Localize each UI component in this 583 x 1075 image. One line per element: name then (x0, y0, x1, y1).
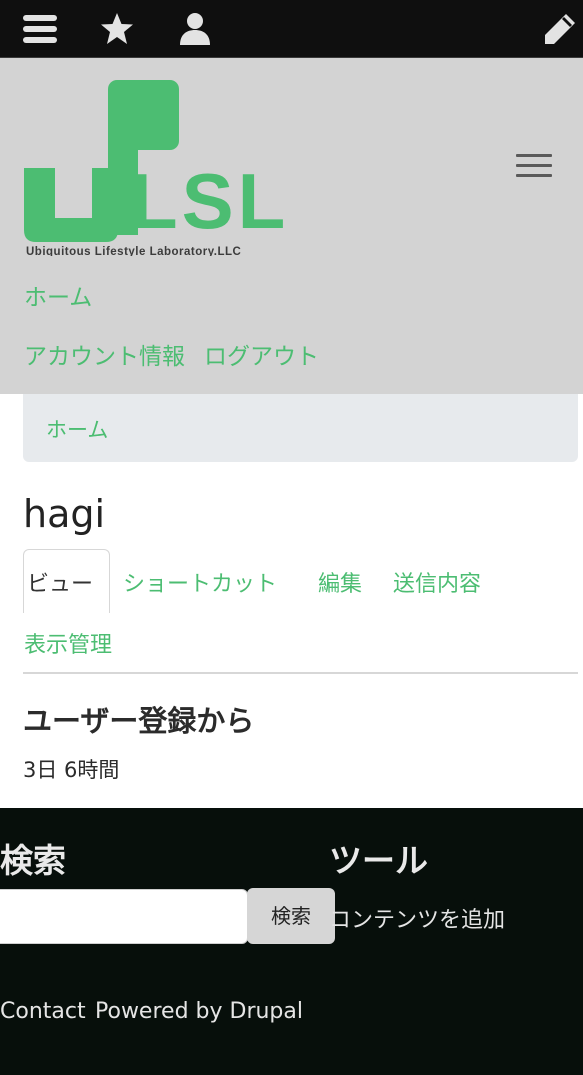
search-heading: 検索 (0, 841, 66, 880)
contact-link[interactable]: Contact (0, 999, 86, 1024)
powered-by-drupal-link[interactable]: Powered by Drupal (95, 999, 303, 1024)
nav-toggle-button[interactable] (514, 150, 554, 182)
nav-account-link[interactable]: アカウント情報 (24, 337, 185, 371)
tab-manage-display[interactable]: 表示管理 (24, 627, 112, 659)
add-content-link[interactable]: コンテンツを追加 (329, 902, 505, 934)
pencil-icon[interactable] (542, 11, 578, 47)
tab-shortcut[interactable]: ショートカット (123, 566, 277, 598)
user-icon[interactable] (177, 11, 213, 47)
tab-submissions[interactable]: 送信内容 (393, 566, 481, 598)
search-input[interactable] (0, 889, 248, 944)
search-button[interactable]: 検索 (247, 888, 335, 944)
menu-icon[interactable] (22, 11, 58, 47)
site-logo[interactable]: LSL Ubiquitous Lifestyle Laboratory.LLC (24, 80, 326, 256)
nav-logout-link[interactable]: ログアウト (204, 337, 319, 371)
star-icon[interactable] (99, 11, 135, 47)
member-for-heading: ユーザー登録から (23, 704, 255, 738)
site-footer: 検索 検索 ツール コンテンツを追加 Contact Powered by Dr… (0, 808, 583, 1075)
site-header: LSL Ubiquitous Lifestyle Laboratory.LLC … (0, 58, 583, 394)
tab-view[interactable]: ビュー (23, 549, 110, 613)
tab-edit[interactable]: 編集 (318, 566, 362, 598)
page-title: hagi (23, 492, 106, 536)
admin-toolbar (0, 0, 583, 58)
breadcrumb-home-link[interactable]: ホーム (46, 414, 108, 444)
member-for-value: 3日 6時間 (23, 758, 120, 782)
svg-text:LSL: LSL (130, 157, 289, 245)
breadcrumb: ホーム (23, 394, 578, 462)
nav-home-link[interactable]: ホーム (24, 278, 92, 312)
tools-heading: ツール (329, 841, 428, 880)
tabs-divider (23, 672, 578, 674)
logo-subtitle: Ubiquitous Lifestyle Laboratory.LLC (26, 246, 241, 256)
